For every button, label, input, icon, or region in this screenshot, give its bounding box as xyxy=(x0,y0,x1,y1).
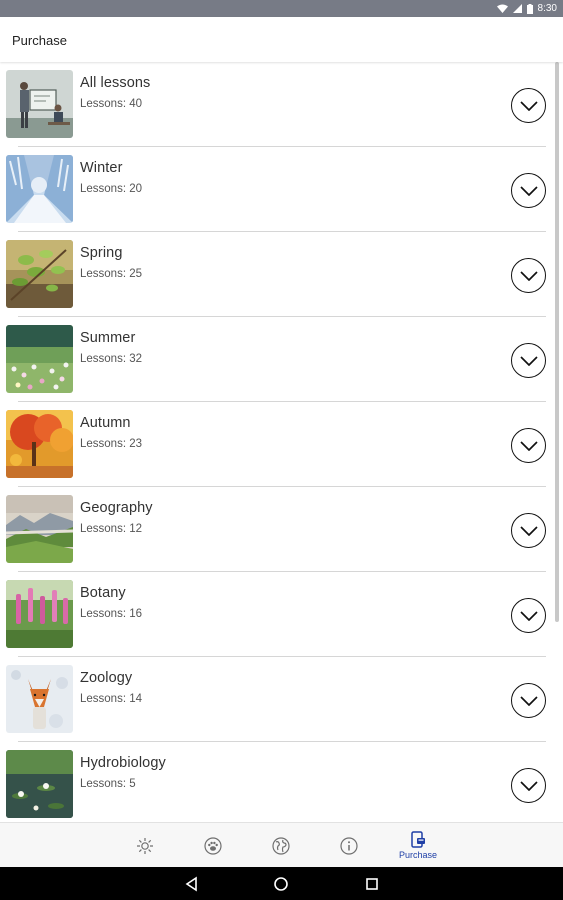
classroom-photo xyxy=(6,70,73,138)
chevron-down-icon xyxy=(519,270,538,281)
nav-item-animals[interactable] xyxy=(188,823,238,868)
nav-item-info[interactable] xyxy=(324,823,374,868)
status-icons: 8:30 xyxy=(496,2,557,15)
lesson-title: Summer xyxy=(80,330,136,346)
expand-button[interactable] xyxy=(511,343,546,378)
chevron-down-icon xyxy=(519,695,538,706)
info-icon xyxy=(340,836,358,855)
app-bar: Purchase xyxy=(0,17,563,62)
pink-flowers-photo xyxy=(6,580,73,648)
lesson-title: Hydrobiology xyxy=(80,755,166,771)
expand-button[interactable] xyxy=(511,88,546,123)
lesson-count: Lessons: 16 xyxy=(80,608,143,620)
lesson-title: All lessons xyxy=(80,75,151,91)
expand-button[interactable] xyxy=(511,258,546,293)
expand-button[interactable] xyxy=(511,428,546,463)
lesson-item-autumn[interactable]: Autumn Lessons: 23 xyxy=(0,402,552,487)
lesson-title: Zoology xyxy=(80,670,133,686)
system-nav-bar xyxy=(0,867,563,900)
bottom-nav: Purchase xyxy=(0,822,563,868)
nav-label-purchase: Purchase xyxy=(398,850,438,860)
battery-icon xyxy=(526,3,533,14)
lesson-count: Lessons: 25 xyxy=(80,268,143,280)
lesson-title: Botany xyxy=(80,585,126,601)
lesson-count: Lessons: 5 xyxy=(80,778,136,790)
status-bar: 8:30 xyxy=(0,0,563,17)
expand-button[interactable] xyxy=(511,513,546,548)
lesson-count: Lessons: 12 xyxy=(80,523,143,535)
summer-meadow-flowers-photo xyxy=(6,325,73,393)
spring-leaves-photo xyxy=(6,240,73,308)
back-triangle-icon xyxy=(185,876,197,892)
lesson-item-all-lessons[interactable]: All lessons Lessons: 40 xyxy=(0,62,552,147)
lesson-list[interactable]: All lessons Lessons: 40 Winter Lessons: … xyxy=(0,62,563,822)
lesson-count: Lessons: 14 xyxy=(80,693,143,705)
mountain-landscape-photo xyxy=(6,495,73,563)
lesson-item-spring[interactable]: Spring Lessons: 25 xyxy=(0,232,552,317)
pond-lilies-photo xyxy=(6,750,73,818)
home-circle-icon xyxy=(274,877,288,891)
lesson-item-winter[interactable]: Winter Lessons: 20 xyxy=(0,147,552,232)
lesson-item-botany[interactable]: Botany Lessons: 16 xyxy=(0,572,552,657)
lesson-title: Winter xyxy=(80,160,123,176)
recents-square-icon xyxy=(366,878,378,890)
nav-item-world[interactable] xyxy=(256,823,306,868)
back-button[interactable] xyxy=(183,875,201,893)
lesson-item-geography[interactable]: Geography Lessons: 12 xyxy=(0,487,552,572)
autumn-tree-photo xyxy=(6,410,73,478)
chevron-down-icon xyxy=(519,185,538,196)
home-button[interactable] xyxy=(272,875,290,893)
expand-button[interactable] xyxy=(511,173,546,208)
wifi-icon xyxy=(496,4,508,13)
clock: 8:30 xyxy=(537,3,557,14)
recents-button[interactable] xyxy=(363,875,381,893)
signal-icon xyxy=(512,4,522,13)
lesson-title: Autumn xyxy=(80,415,131,431)
nav-item-purchase[interactable]: Purchase xyxy=(393,823,443,868)
lesson-item-zoology[interactable]: Zoology Lessons: 14 xyxy=(0,657,552,742)
snowy-forest-road-photo xyxy=(6,155,73,223)
fox-photo xyxy=(6,665,73,733)
lesson-count: Lessons: 40 xyxy=(80,98,143,110)
lesson-count: Lessons: 20 xyxy=(80,183,143,195)
chevron-down-icon xyxy=(519,440,538,451)
globe-icon xyxy=(272,836,290,855)
chevron-down-icon xyxy=(519,100,538,111)
lesson-title: Geography xyxy=(80,500,153,516)
purchase-icon xyxy=(411,831,425,848)
nav-item-seasons[interactable] xyxy=(120,823,170,868)
lesson-count: Lessons: 32 xyxy=(80,353,143,365)
expand-button[interactable] xyxy=(511,683,546,718)
chevron-down-icon xyxy=(519,355,538,366)
sun-icon xyxy=(137,837,153,854)
chevron-down-icon xyxy=(519,610,538,621)
paw-icon xyxy=(204,836,222,855)
lesson-title: Spring xyxy=(80,245,123,261)
expand-button[interactable] xyxy=(511,768,546,803)
chevron-down-icon xyxy=(519,525,538,536)
expand-button[interactable] xyxy=(511,598,546,633)
lesson-item-hydrobiology[interactable]: Hydrobiology Lessons: 5 xyxy=(0,742,552,822)
lesson-count: Lessons: 23 xyxy=(80,438,143,450)
page-title: Purchase xyxy=(12,33,67,48)
chevron-down-icon xyxy=(519,780,538,791)
lesson-item-summer[interactable]: Summer Lessons: 32 xyxy=(0,317,552,402)
scrollbar[interactable] xyxy=(555,62,559,622)
